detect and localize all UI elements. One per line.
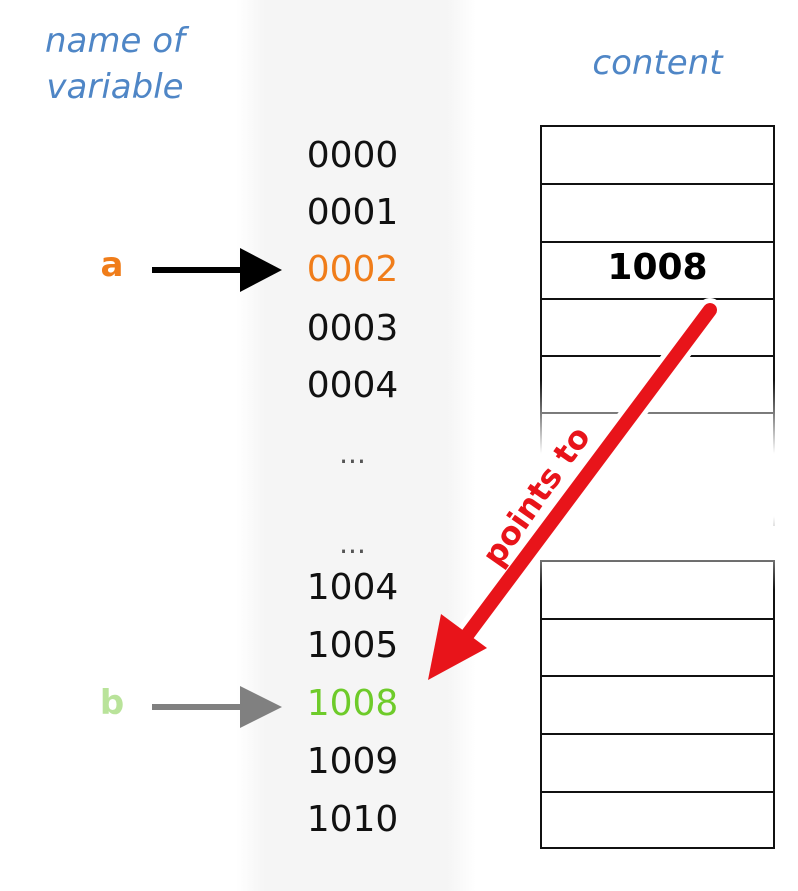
pointer-arrow-icon (428, 298, 722, 680)
arrow-b-icon (152, 686, 282, 728)
arrow-a-icon (152, 248, 282, 292)
arrows-layer (152, 248, 722, 728)
